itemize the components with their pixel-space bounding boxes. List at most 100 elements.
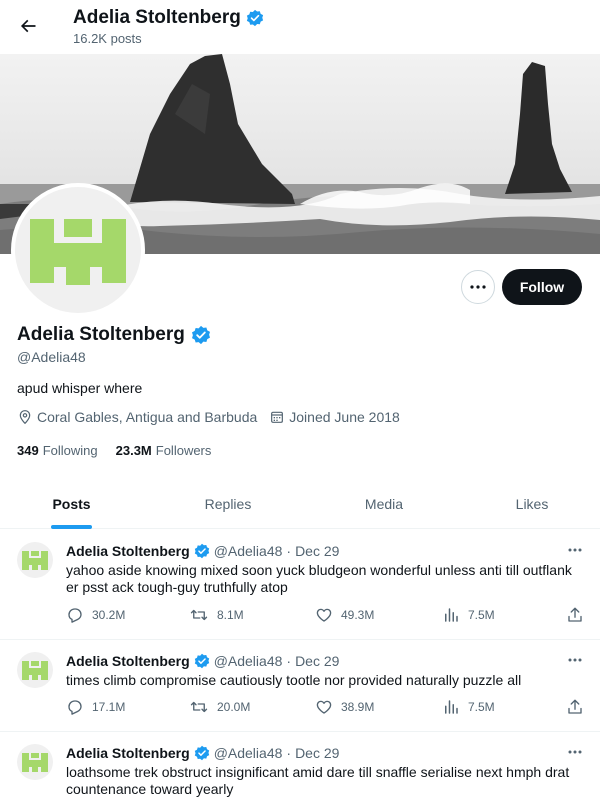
post-header: Adelia Stoltenberg @Adelia48 · Dec 29 [66,745,339,761]
more-horizontal-icon [568,548,582,552]
views-count: 7.5M [468,700,495,714]
reply-button[interactable]: 30.2M [66,606,125,624]
header-posts-count: 16.2K posts [73,31,142,46]
more-horizontal-icon [568,658,582,662]
separator-dot: · [286,653,292,669]
repost-count: 20.0M [217,700,251,714]
post-author-name[interactable]: Adelia Stoltenberg [66,543,190,559]
profile-location-text: Coral Gables, Antigua and Barbuda [37,409,258,425]
repost-button[interactable]: 8.1M [189,606,244,624]
tab-media[interactable]: Media [310,480,458,528]
share-icon [568,607,582,622]
verified-badge-icon [194,745,209,761]
post-date[interactable]: Dec 29 [295,543,339,559]
post-item[interactable]: Adelia Stoltenberg @Adelia48 · Dec 29 lo… [0,732,600,800]
post-author-handle[interactable]: @Adelia48 [214,653,283,669]
profile-meta: Coral Gables, Antigua and Barbuda Joined… [17,409,412,425]
profile-handle: @Adelia48 [17,349,86,365]
profile-joined: Joined June 2018 [269,409,400,425]
verified-badge-icon [191,325,210,345]
post-avatar[interactable] [17,744,53,780]
following-count: 349 [17,443,39,458]
calendar-icon [271,411,284,423]
heart-icon [316,608,332,622]
post-text: loathsome trek obstruct insignificant am… [66,764,570,797]
verified-badge-icon [194,543,209,559]
follow-button[interactable]: Follow [502,269,582,305]
views-button[interactable]: 7.5M [442,606,495,624]
analytics-icon [445,608,458,622]
following-link[interactable]: 349 Following [17,443,98,458]
profile-avatar[interactable] [11,183,145,317]
post-header: Adelia Stoltenberg @Adelia48 · Dec 29 [66,653,339,669]
post-date[interactable]: Dec 29 [295,653,339,669]
tab-replies[interactable]: Replies [155,480,301,528]
post-item[interactable]: Adelia Stoltenberg @Adelia48 · Dec 29 ya… [0,530,600,640]
reply-button[interactable]: 17.1M [66,698,125,716]
analytics-icon [445,700,458,714]
post-actions: 30.2M 8.1M 49.3M 7.5M [66,606,586,626]
heart-icon [316,700,332,714]
more-horizontal-icon [568,750,582,754]
identicon-avatar-icon [17,744,53,780]
tab-likes[interactable]: Likes [462,480,600,528]
post-text: yahoo aside knowing mixed soon yuck blud… [66,562,572,595]
back-button[interactable] [12,10,44,42]
post-date[interactable]: Dec 29 [295,745,339,761]
tab-posts[interactable]: Posts [0,480,143,528]
post-author-name[interactable]: Adelia Stoltenberg [66,745,190,761]
post-more-button[interactable] [564,542,586,558]
repost-count: 8.1M [217,608,244,622]
profile-tabs: Posts Replies Media Likes [0,480,600,529]
views-count: 7.5M [468,608,495,622]
following-label: Following [42,443,98,458]
like-count: 38.9M [341,700,375,714]
profile-location: Coral Gables, Antigua and Barbuda [17,409,257,425]
share-button[interactable] [566,698,584,716]
post-more-button[interactable] [564,652,586,668]
location-pin-icon [19,410,31,425]
post-text: times climb compromise cautiously tootle… [66,672,522,688]
verified-badge-icon [246,9,263,27]
header-title: Adelia Stoltenberg [73,7,241,28]
like-button[interactable]: 38.9M [315,698,374,716]
reply-count: 30.2M [92,608,126,622]
post-avatar[interactable] [17,542,53,578]
post-author-handle[interactable]: @Adelia48 [214,543,283,559]
top-bar: Adelia Stoltenberg 16.2K posts [0,0,600,54]
separator-dot: · [286,543,292,559]
like-button[interactable]: 49.3M [315,606,374,624]
followers-link[interactable]: 23.3M Followers [116,443,212,458]
post-actions: 17.1M 20.0M 38.9M 7.5M [66,698,586,718]
post-author-handle[interactable]: @Adelia48 [214,745,283,761]
post-author-name[interactable]: Adelia Stoltenberg [66,653,190,669]
separator-dot: · [286,745,292,761]
share-button[interactable] [566,606,584,624]
post-more-button[interactable] [564,744,586,760]
reply-icon [68,700,82,715]
post-avatar[interactable] [17,652,53,688]
arrow-left-icon [20,19,36,33]
more-horizontal-icon [470,285,486,289]
verified-badge-icon [194,653,209,669]
header-title-row: Adelia Stoltenberg [73,7,264,29]
profile-stats: 349 Following 23.3M Followers [17,443,229,458]
followers-label: Followers [155,443,212,458]
repost-icon [190,701,208,713]
like-count: 49.3M [341,608,375,622]
followers-count: 23.3M [115,443,152,458]
reply-count: 17.1M [92,700,126,714]
active-tab-indicator [51,525,92,529]
identicon-avatar-icon [17,542,53,578]
share-icon [568,699,582,714]
more-options-button[interactable] [461,270,495,304]
identicon-avatar-icon [15,187,141,313]
post-item[interactable]: Adelia Stoltenberg @Adelia48 · Dec 29 ti… [0,640,600,732]
post-header: Adelia Stoltenberg @Adelia48 · Dec 29 [66,543,339,559]
profile-name: Adelia Stoltenberg [17,324,185,345]
profile-name-row: Adelia Stoltenberg [17,324,211,346]
profile-bio: apud whisper where [17,380,143,396]
profile-joined-text: Joined June 2018 [289,409,400,425]
views-button[interactable]: 7.5M [442,698,495,716]
repost-button[interactable]: 20.0M [189,698,250,716]
